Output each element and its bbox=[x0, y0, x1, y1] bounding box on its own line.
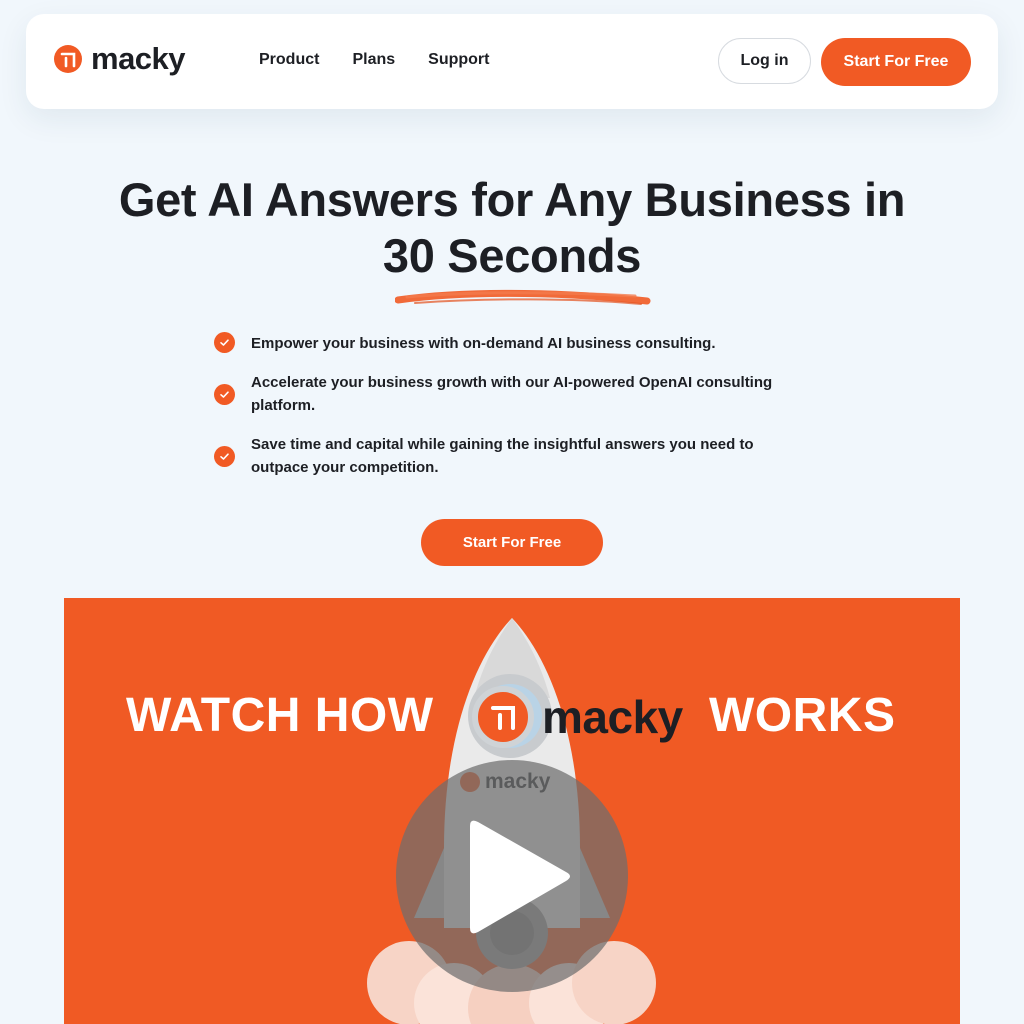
hero-title-line-2: 30 Seconds bbox=[382, 229, 642, 282]
feature-item: Accelerate your business growth with our… bbox=[214, 371, 814, 417]
feature-list: Empower your business with on-demand AI … bbox=[214, 332, 814, 495]
nav-support-link[interactable]: Support bbox=[428, 51, 489, 69]
top-navigation: macky Product Plans Support Log in Start… bbox=[26, 14, 998, 109]
brand-name: macky bbox=[91, 41, 186, 76]
video-title-left: WATCH HOW bbox=[126, 689, 434, 742]
hero-title: Get AI Answers for Any Business in 30 Se… bbox=[0, 172, 1024, 284]
video-logo: macky bbox=[472, 686, 683, 748]
brand-logo[interactable]: macky bbox=[54, 41, 186, 76]
brush-underline bbox=[395, 289, 651, 305]
nav-plans-link[interactable]: Plans bbox=[352, 51, 395, 69]
macky-logo-icon bbox=[472, 686, 534, 748]
nav-links: Product Plans Support bbox=[259, 51, 489, 69]
feature-text: Accelerate your business growth with our… bbox=[251, 374, 773, 414]
check-icon bbox=[214, 332, 235, 353]
play-button[interactable] bbox=[396, 760, 628, 992]
feature-item: Empower your business with on-demand AI … bbox=[214, 332, 814, 355]
nav-start-free-button[interactable]: Start For Free bbox=[821, 38, 971, 86]
feature-text: Save time and capital while gaining the … bbox=[251, 436, 754, 476]
video-player[interactable]: WATCH HOW macky WORKS macky bbox=[64, 598, 960, 1024]
hero-title-line-1: Get AI Answers for Any Business in bbox=[118, 173, 906, 226]
video-logo-text: macky bbox=[542, 691, 683, 743]
check-icon bbox=[214, 383, 235, 405]
login-button[interactable]: Log in bbox=[718, 38, 811, 84]
feature-item: Save time and capital while gaining the … bbox=[214, 433, 814, 479]
macky-logo-icon bbox=[54, 45, 82, 73]
hero-start-free-button[interactable]: Start For Free bbox=[421, 519, 603, 566]
nav-product-link[interactable]: Product bbox=[259, 51, 319, 69]
play-icon bbox=[470, 820, 570, 934]
check-icon bbox=[214, 445, 235, 467]
feature-text: Empower your business with on-demand AI … bbox=[251, 335, 716, 352]
video-title-right: WORKS bbox=[709, 689, 896, 742]
